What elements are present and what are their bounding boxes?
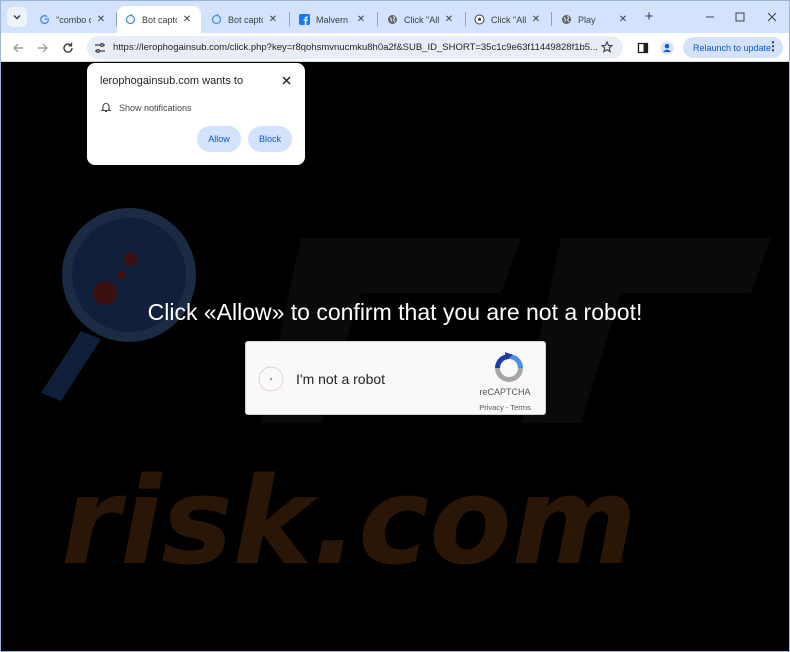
close-icon[interactable]: ✕ [443,14,455,26]
forward-button[interactable] [33,38,53,58]
tab-5[interactable]: Click "Allo ✕ [466,6,550,33]
popup-title: lerophogainsub.com wants to [100,75,244,87]
arrow-right-icon [38,43,48,53]
maximize-icon [735,12,745,22]
tab-title: Click "Allo [491,14,526,25]
block-button[interactable]: Block [248,126,292,152]
watermark-text: risk.com [61,453,637,592]
more-menu-icon[interactable]: ⋮ [767,40,779,54]
tab-2[interactable]: Bot captch ✕ [203,6,287,33]
notification-permission-popup: lerophogainsub.com wants to Show notific… [87,63,305,165]
relaunch-button[interactable]: Relaunch to update ⋮ [683,37,783,58]
close-window-button[interactable] [757,5,787,29]
globe-icon [387,14,398,25]
tab-divider [289,12,290,26]
reload-button[interactable] [58,38,78,58]
reload-icon [63,42,73,53]
tab-4[interactable]: Click "Allo ✕ [379,6,463,33]
close-icon[interactable]: ✕ [181,14,193,26]
tab-title: Click "Allo [404,14,439,25]
globe-icon [561,14,572,25]
page-headline: Click «Allow» to confirm that you are no… [147,299,643,325]
plus-icon: + [644,8,654,25]
maximize-button[interactable] [725,5,755,29]
side-panel-icon [637,42,649,54]
captcha-favicon-icon [125,14,136,25]
close-icon[interactable] [279,73,293,87]
recaptcha-logo-icon [495,352,523,382]
minimize-icon [706,16,714,18]
browser-toolbar: https://lerophogainsub.com/click.php?key… [1,33,789,62]
tab-divider [551,12,552,26]
chevron-down-icon [13,14,21,20]
close-icon[interactable]: ✕ [95,14,107,26]
profile-icon [660,41,674,55]
url-text[interactable]: https://lerophogainsub.com/click.php?key… [113,42,601,53]
popup-permission-text: Show notifications [119,103,192,113]
browser-window: "combo cl ✕ Bot captch ✕ Bot captch ✕ Ma… [0,0,790,652]
tab-title: Bot captch [228,14,263,25]
allow-button[interactable]: Allow [197,126,241,152]
close-icon[interactable]: ✕ [530,14,542,26]
site-settings-icon[interactable] [93,41,107,55]
tab-strip: "combo cl ✕ Bot captch ✕ Bot captch ✕ Ma… [1,1,789,33]
captcha-links[interactable]: Privacy - Terms [470,403,540,412]
tab-6[interactable]: Play ✕ [553,6,637,33]
close-icon[interactable]: ✕ [355,14,367,26]
tab-title: Malvern Jo [316,14,351,25]
tab-title: Bot captch [142,14,177,25]
bookmark-star-icon[interactable] [599,39,615,55]
back-button[interactable] [8,38,28,58]
relaunch-label: Relaunch to update [693,42,772,53]
captcha-brand: reCAPTCHA [479,387,531,397]
tab-0[interactable]: "combo cl ✕ [31,6,115,33]
tab-search-button[interactable] [7,7,27,27]
new-tab-button[interactable]: + [641,9,657,25]
captcha-favicon-icon [211,14,222,25]
tab-title: Play [578,14,596,25]
facebook-icon [299,14,310,25]
profile-button[interactable] [657,38,677,58]
captcha-checkbox[interactable] [258,366,284,392]
recaptcha-widget: I'm not a robot reCAPTCHA Privacy - Term… [245,341,546,415]
close-icon [767,12,777,22]
close-icon[interactable]: ✕ [267,14,279,26]
soccer-ball-icon [474,14,485,25]
close-icon[interactable]: ✕ [617,14,629,26]
tab-3[interactable]: Malvern Jo ✕ [291,6,375,33]
arrow-left-icon [13,43,23,53]
google-icon [39,14,50,25]
bell-icon [100,103,112,113]
side-panel-button[interactable] [633,38,653,58]
address-bar[interactable]: https://lerophogainsub.com/click.php?key… [87,36,623,59]
tab-1[interactable]: Bot captch ✕ [117,6,201,33]
captcha-label: I'm not a robot [296,371,386,387]
minimize-button[interactable] [695,5,725,29]
tab-divider [377,12,378,26]
tab-title: "combo cl [56,14,91,25]
